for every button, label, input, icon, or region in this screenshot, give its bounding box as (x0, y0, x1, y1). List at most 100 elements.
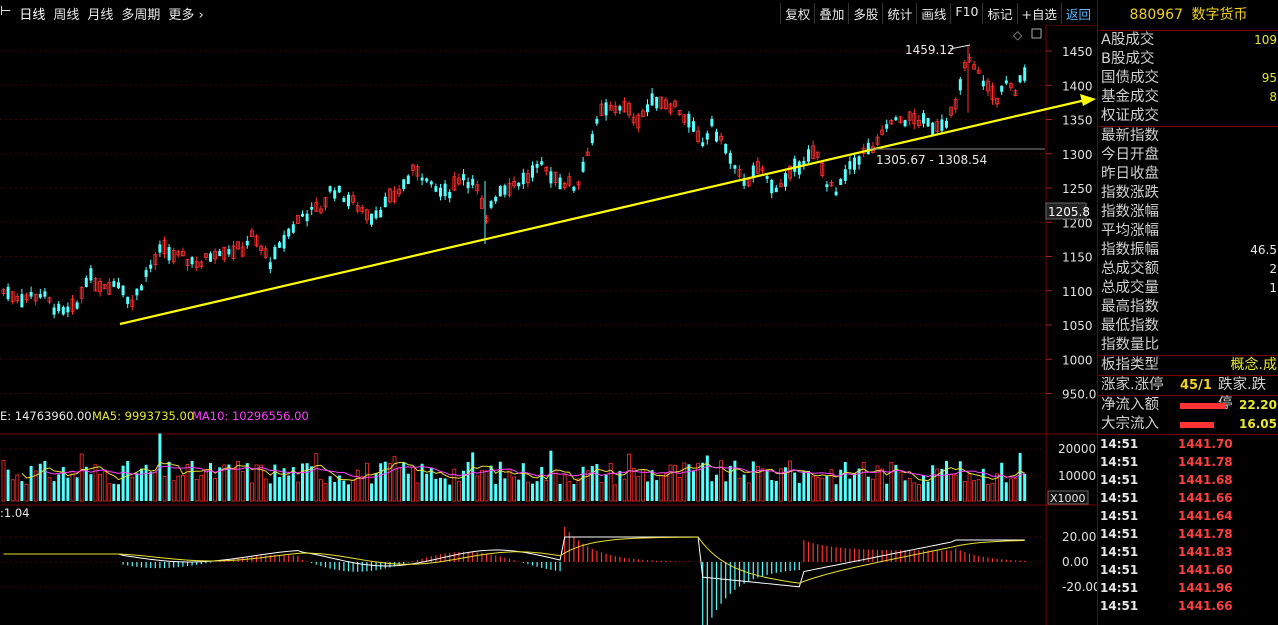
flow-bar (1180, 422, 1214, 428)
candle-body (443, 183, 447, 197)
tool-nav: 复权 叠加 多股 统计 画线 F10 标记 +自选 返回 (780, 3, 1095, 24)
symbol-header: 880967 数字货币 (1098, 0, 1278, 31)
candle-body (158, 244, 162, 253)
volume-bar (84, 466, 88, 501)
index-row: 总成交量 1 (1098, 279, 1278, 298)
restore-rights-button[interactable]: 复权 (780, 3, 814, 24)
volume-bar (383, 461, 387, 501)
candle-body (121, 285, 125, 296)
volume-bar (112, 483, 116, 501)
current-price-label: 1205.8 (1048, 205, 1090, 219)
volume-bar (572, 483, 576, 501)
tick-price: 1441.83 (1178, 545, 1233, 559)
volume-bar (517, 479, 521, 501)
volume-bar (402, 462, 406, 501)
volume-legend: E: 14763960.00 MA5: 9993735.00 MA10: 102… (0, 409, 309, 423)
kline-chart[interactable]: 1305.67 - 1308.54 1459.12 ◇ 1450 1400 1350… (0, 25, 1097, 625)
add-watchlist-button[interactable]: +自选 (1016, 3, 1061, 24)
overlay-button[interactable]: 叠加 (814, 3, 848, 24)
candle-body (291, 224, 295, 233)
volume-bar (38, 463, 42, 501)
candle-body (517, 182, 521, 187)
volume-bar (1000, 462, 1004, 501)
candle-body (715, 131, 718, 142)
volume-bar (167, 461, 171, 501)
candle-body (839, 178, 843, 185)
candle-body (126, 296, 130, 305)
candle-body (498, 186, 502, 197)
candle-body (328, 186, 332, 192)
volume-bar (848, 478, 852, 501)
candle-body (347, 194, 350, 207)
candle-body (462, 174, 465, 181)
candle-body (705, 133, 709, 140)
candle-body (981, 80, 985, 87)
candle-body (853, 157, 856, 170)
volume-bar (825, 475, 829, 501)
tab-weekly[interactable]: 周线 (53, 4, 79, 23)
candle-body (429, 181, 433, 185)
volume-bar (379, 463, 383, 501)
candle-body (774, 187, 778, 193)
draw-line-button[interactable]: 画线 (916, 3, 950, 24)
volume-bar (282, 468, 286, 501)
volume-bar (646, 481, 649, 501)
candle-body (535, 163, 539, 168)
tab-multi-period[interactable]: 多周期 (121, 4, 160, 23)
price-tick-label: 1050 (1062, 319, 1093, 333)
volume-bar (1004, 482, 1008, 501)
volume-bar (604, 474, 608, 501)
statistics-button[interactable]: 统计 (882, 3, 916, 24)
volume-ma5: MA5: 9993735.00 (92, 409, 194, 423)
candle-body (825, 184, 829, 188)
volume-bar (20, 481, 24, 501)
candle-body (784, 173, 787, 187)
candle-body (268, 262, 272, 270)
volume-bar (728, 465, 732, 501)
index-row-label: 最新指数 (1101, 128, 1159, 144)
candle-body (471, 178, 475, 186)
candle-body (922, 113, 925, 124)
index-row: 平均涨幅 (1098, 222, 1278, 241)
mark-button[interactable]: 标记 (982, 3, 1016, 24)
candle-body (89, 268, 93, 281)
price-tick-label: 1400 (1062, 79, 1093, 93)
chart-grid (0, 25, 1097, 625)
multi-stock-button[interactable]: 多股 (848, 3, 882, 24)
index-stats-section: 最新指数 今日开盘 昨日收盘 指数涨跌 指数涨幅 平均涨幅 指数振幅 46.5 总成交额 2 总成交… (1098, 127, 1278, 355)
candle-body (434, 186, 438, 192)
candle-body (595, 118, 599, 124)
volume-bar (443, 478, 447, 501)
f10-button[interactable]: F10 (950, 3, 982, 24)
candle-body (494, 196, 498, 202)
flow-row: 净流入额 22.20 (1098, 396, 1278, 415)
candle-body (724, 143, 728, 154)
volume-bar (425, 473, 429, 501)
tab-more[interactable]: 更多 › (168, 4, 203, 23)
tick-list[interactable]: 14:51 1441.70 14:51 1441.78 14:51 1441.68 14:5… (1098, 435, 1278, 615)
tick-time: 14:51 (1100, 545, 1139, 559)
collapse-icon[interactable]: ⊢ (0, 4, 11, 23)
volume-bar (940, 468, 944, 501)
candle-body (857, 156, 861, 165)
candle-body (66, 306, 70, 313)
diamond-icon[interactable]: ◇ (1013, 28, 1023, 42)
volume-bar (406, 473, 410, 501)
candle-body (945, 120, 948, 128)
volume-bar (531, 483, 534, 501)
trade-row: 基金成交 8 (1098, 88, 1278, 107)
tab-daily[interactable]: 日线 (19, 4, 45, 23)
volume-bar (245, 463, 249, 501)
volume-bar (549, 450, 553, 501)
trade-row-value: 8 (1269, 90, 1277, 104)
back-button[interactable]: 返回 (1060, 3, 1095, 24)
index-row-label: 指数量比 (1101, 337, 1159, 353)
volume-bar (66, 477, 70, 501)
candle-body (572, 186, 576, 191)
candle-body (282, 235, 286, 249)
volume-bar (466, 461, 470, 501)
candle-body (489, 201, 493, 208)
volume-bar (57, 474, 61, 501)
index-row: 指数涨幅 (1098, 203, 1278, 222)
tab-monthly[interactable]: 月线 (87, 4, 113, 23)
